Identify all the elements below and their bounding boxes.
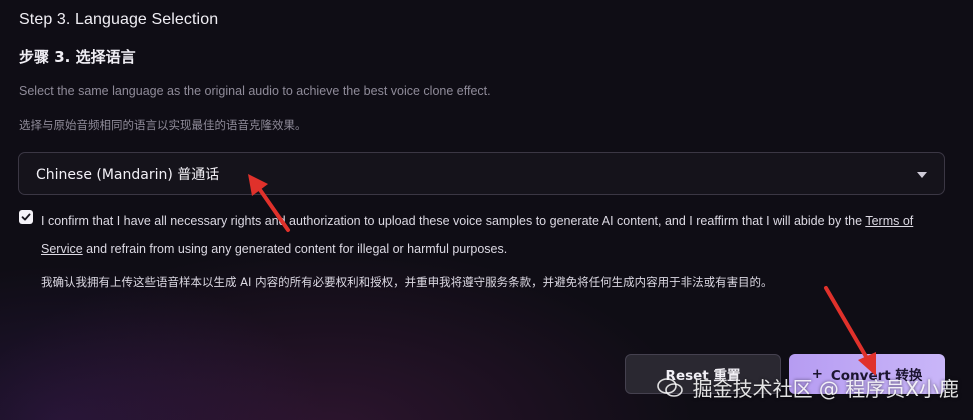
wechat-icon	[656, 377, 683, 398]
watermark-text: 掘金技术社区 @ 程序员X小鹿	[692, 377, 959, 401]
caret-down-icon	[917, 172, 927, 178]
step-title: Step 3. Language Selection	[19, 11, 219, 28]
consent-checkbox[interactable]	[19, 210, 33, 224]
step-title-cn: 步骤 3. 选择语言	[19, 48, 136, 66]
language-select-value: Chinese (Mandarin) 普通话	[36, 166, 220, 183]
watermark: 掘金技术社区 @ 程序员X小鹿	[656, 373, 959, 402]
consent-text: I confirm that I have all necessary righ…	[41, 207, 936, 263]
check-icon	[21, 213, 31, 221]
consent-text-cn: 我确认我拥有上传这些语音样本以生成 AI 内容的所有必要权利和授权，并重申我将遵…	[41, 275, 773, 289]
language-select[interactable]: Chinese (Mandarin) 普通话	[18, 152, 945, 195]
consent-text-after: and refrain from using any generated con…	[82, 242, 508, 256]
language-hint-cn: 选择与原始音频相同的语言以实现最佳的语音克隆效果。	[19, 118, 307, 132]
language-hint: Select the same language as the original…	[19, 84, 491, 98]
consent-text-before: I confirm that I have all necessary righ…	[41, 214, 866, 228]
